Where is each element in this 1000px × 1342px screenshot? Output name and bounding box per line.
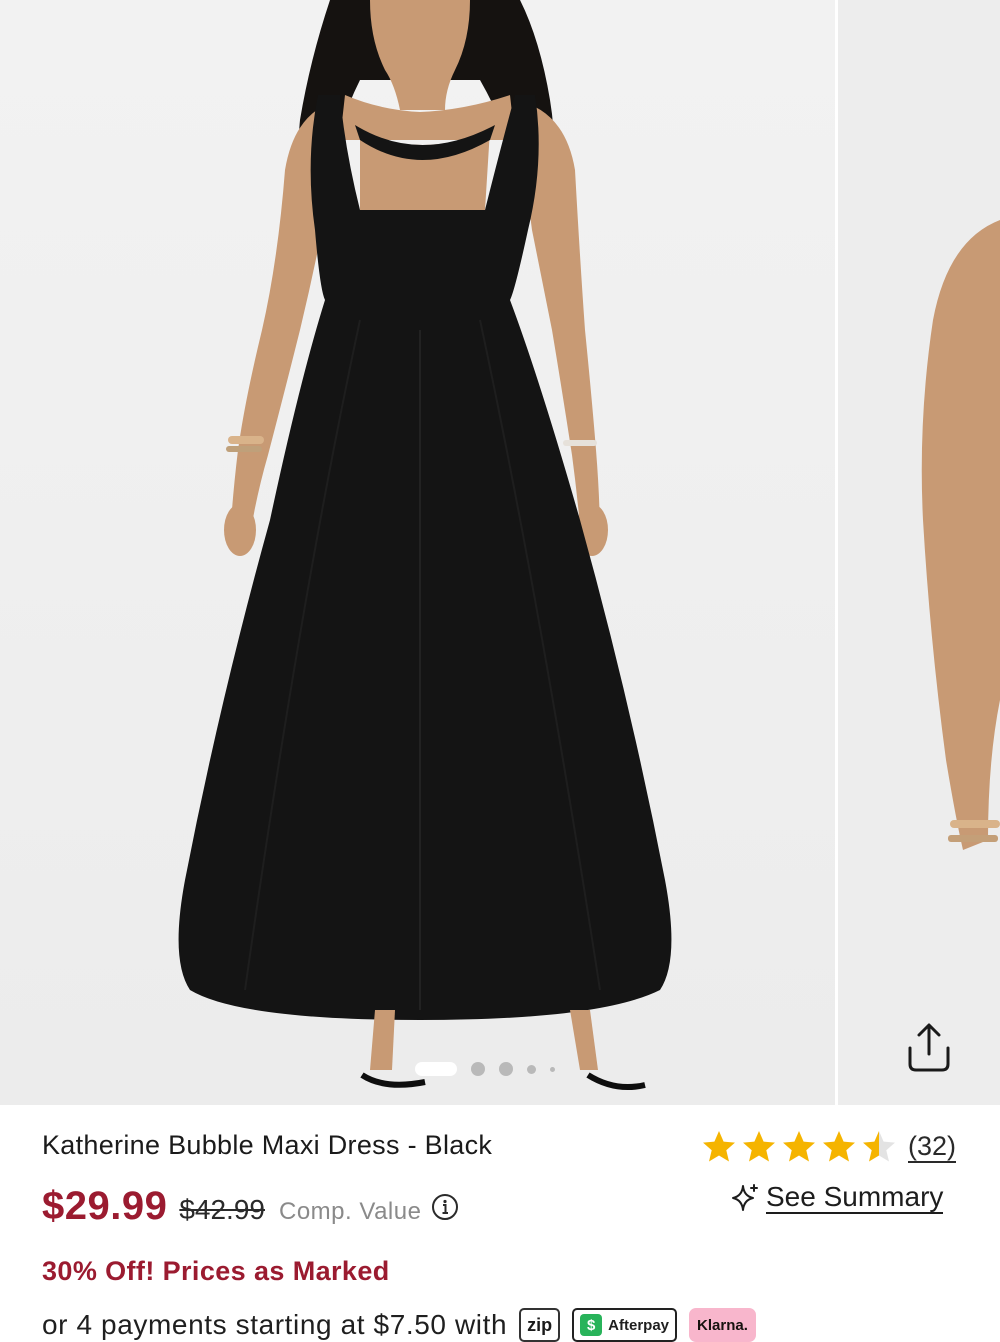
price-row: $29.99 $42.99 Comp. Value [42, 1184, 459, 1229]
info-icon[interactable] [431, 1193, 459, 1221]
share-icon [908, 1023, 950, 1072]
carousel-dot[interactable] [499, 1062, 513, 1076]
sale-price: $29.99 [42, 1184, 168, 1228]
klarna-label: Klarna. [697, 1316, 748, 1334]
product-title: Katherine Bubble Maxi Dress - Black [42, 1130, 493, 1160]
model-illustration [178, 0, 672, 1090]
carousel-dot-active[interactable] [415, 1062, 457, 1076]
carousel-dot[interactable] [550, 1066, 555, 1072]
star-icon [783, 1131, 815, 1162]
carousel-dot[interactable] [471, 1062, 485, 1076]
see-summary-label[interactable]: See Summary [766, 1182, 944, 1214]
zip-badge[interactable]: zip [519, 1308, 561, 1342]
payments-text: or 4 payments starting at $7.50 with [42, 1309, 508, 1340]
product-image-main[interactable] [0, 0, 835, 1105]
see-summary-link[interactable]: See Summary [730, 1182, 944, 1214]
share-button[interactable] [898, 1016, 960, 1078]
product-image-next[interactable] [838, 0, 1000, 1105]
star-icon [703, 1131, 735, 1162]
star-icon [863, 1131, 895, 1162]
klarna-badge[interactable]: Klarna. [689, 1308, 756, 1342]
star-rating [700, 1128, 898, 1166]
carousel-pagination [415, 1060, 555, 1078]
rating-summary[interactable]: (32) [700, 1128, 957, 1166]
review-count-link[interactable]: (32) [908, 1131, 957, 1163]
promo-text: 30% Off! Prices as Marked [42, 1256, 390, 1286]
comp-value-label: Comp. Value [278, 1198, 422, 1225]
original-price: $42.99 [179, 1194, 265, 1225]
model-arm-illustration [921, 220, 1000, 850]
product-image-gallery[interactable] [0, 0, 1000, 1105]
afterpay-label: Afterpay [608, 1316, 670, 1334]
zip-label: zip [527, 1314, 553, 1335]
star-icon [823, 1131, 855, 1162]
carousel-dot[interactable] [527, 1064, 536, 1074]
star-icon [743, 1131, 775, 1162]
afterpay-badge[interactable]: $ Afterpay [572, 1308, 678, 1342]
sparkle-icon [732, 1184, 758, 1211]
payment-options: or 4 payments starting at $7.50 with zip… [42, 1308, 768, 1342]
